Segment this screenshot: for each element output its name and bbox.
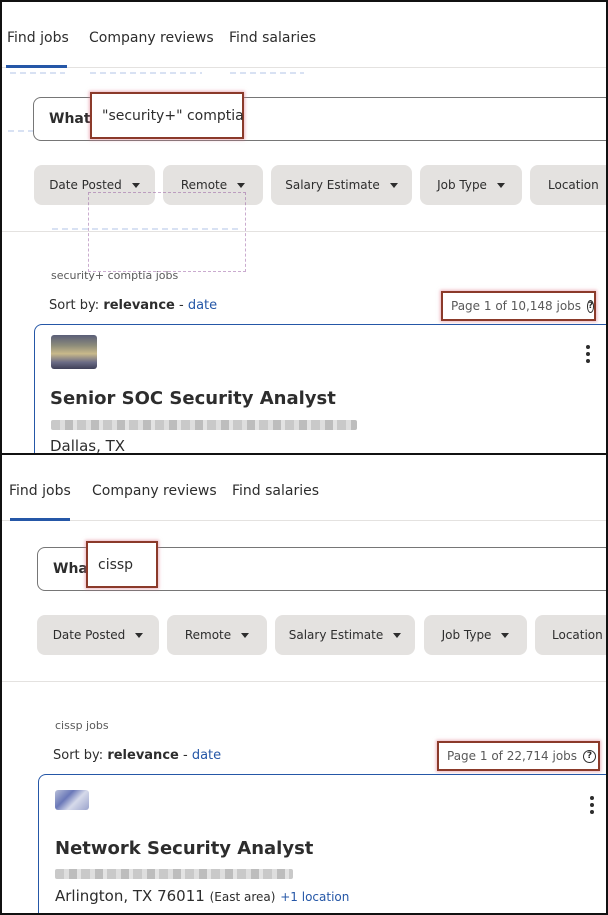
what-label: What <box>49 111 91 127</box>
active-tab-indicator <box>6 65 67 68</box>
filter-label: Location <box>548 178 599 192</box>
sort-controls: Sort by: relevance - date <box>49 298 217 313</box>
job-card[interactable]: Network Security Analyst Arlington, TX 7… <box>38 774 606 913</box>
filter-date-posted[interactable]: Date Posted <box>37 615 159 655</box>
filter-remote[interactable]: Remote <box>167 615 267 655</box>
caret-down-icon <box>389 182 398 188</box>
filter-label: Remote <box>184 628 232 642</box>
tab-company-reviews[interactable]: Company reviews <box>92 483 217 499</box>
filter-label: Job Type <box>437 178 487 192</box>
page-count-text: Page 1 of 10,148 jobs <box>451 299 582 313</box>
filter-location[interactable]: Location <box>530 165 606 205</box>
results-heading: security+ comptia jobs <box>51 269 179 282</box>
what-search-input[interactable]: "security+" comptia <box>90 92 244 139</box>
sort-prefix: Sort by: <box>49 298 100 313</box>
filter-label: Job Type <box>441 628 492 642</box>
job-location-text: Arlington, TX 76011 <box>55 887 205 905</box>
filters-divider <box>2 231 606 232</box>
job-title[interactable]: Senior SOC Security Analyst <box>50 388 336 409</box>
sort-controls: Sort by: relevance - date <box>53 748 221 763</box>
sort-date-link[interactable]: date <box>188 298 217 313</box>
kebab-menu-icon[interactable] <box>589 796 595 814</box>
company-logo <box>51 335 97 369</box>
active-tab-indicator <box>10 518 70 521</box>
screenshot-panel-bottom: Find jobs Company reviews Find salaries … <box>0 454 608 915</box>
caret-down-icon <box>496 182 505 188</box>
sort-separator: - <box>178 298 184 313</box>
sort-prefix: Sort by: <box>53 748 104 763</box>
caret-down-icon <box>241 632 250 638</box>
tab-find-jobs[interactable]: Find jobs <box>9 483 71 499</box>
page-count: Page 1 of 10,148 jobs ? <box>441 291 596 321</box>
render-artifact <box>90 72 202 74</box>
kebab-menu-icon[interactable] <box>585 345 591 363</box>
page-count: Page 1 of 22,714 jobs ? <box>437 741 600 771</box>
render-artifact <box>10 72 65 74</box>
job-location: Dallas, TX <box>50 437 126 454</box>
top-nav: Find jobs Company reviews Find salaries <box>2 2 606 68</box>
company-name-redacted <box>51 420 357 430</box>
sort-relevance[interactable]: relevance <box>103 298 175 313</box>
page-count-text: Page 1 of 22,714 jobs <box>447 749 578 763</box>
filter-label: Date Posted <box>52 628 126 642</box>
filters-divider <box>2 681 606 682</box>
results-heading: cissp jobs <box>55 719 109 732</box>
sort-separator: - <box>182 748 188 763</box>
sort-date-link[interactable]: date <box>192 748 221 763</box>
screenshot-panel-top: Find jobs Company reviews Find salaries … <box>0 0 608 454</box>
filter-job-type[interactable]: Job Type <box>420 165 522 205</box>
filter-label: Date Posted <box>49 178 122 192</box>
caret-down-icon <box>237 182 246 188</box>
filter-job-type[interactable]: Job Type <box>424 615 527 655</box>
caret-down-icon <box>131 182 140 188</box>
tab-find-salaries[interactable]: Find salaries <box>229 30 316 46</box>
render-artifact <box>88 192 246 272</box>
job-location: Arlington, TX 76011 (East area) +1 locat… <box>55 887 349 905</box>
filter-label: Salary Estimate <box>285 178 380 192</box>
question-circle-icon[interactable]: ? <box>587 299 595 313</box>
more-locations-link[interactable]: +1 location <box>280 890 349 904</box>
job-location-area: (East area) <box>209 890 276 904</box>
sort-relevance[interactable]: relevance <box>107 748 179 763</box>
caret-down-icon <box>135 632 144 638</box>
tab-find-salaries[interactable]: Find salaries <box>232 483 319 499</box>
filter-label: Location <box>552 628 603 642</box>
filter-salary-estimate[interactable]: Salary Estimate <box>271 165 412 205</box>
caret-down-icon <box>393 632 402 638</box>
question-circle-icon[interactable]: ? <box>583 749 597 763</box>
tab-find-jobs[interactable]: Find jobs <box>7 30 69 46</box>
caret-down-icon <box>501 632 510 638</box>
render-artifact <box>230 72 304 74</box>
job-title[interactable]: Network Security Analyst <box>55 838 313 859</box>
company-logo <box>55 790 89 810</box>
filter-label: Remote <box>180 178 228 192</box>
filter-location[interactable]: Location <box>535 615 606 655</box>
filter-label: Salary Estimate <box>288 628 384 642</box>
render-artifact <box>52 228 242 230</box>
filter-salary-estimate[interactable]: Salary Estimate <box>275 615 415 655</box>
job-card[interactable]: Senior SOC Security Analyst Dallas, TX <box>34 324 606 454</box>
top-nav: Find jobs Company reviews Find salaries <box>2 455 606 521</box>
tab-company-reviews[interactable]: Company reviews <box>89 30 214 46</box>
what-search-input[interactable]: cissp <box>86 541 158 588</box>
company-name-redacted <box>55 869 293 879</box>
